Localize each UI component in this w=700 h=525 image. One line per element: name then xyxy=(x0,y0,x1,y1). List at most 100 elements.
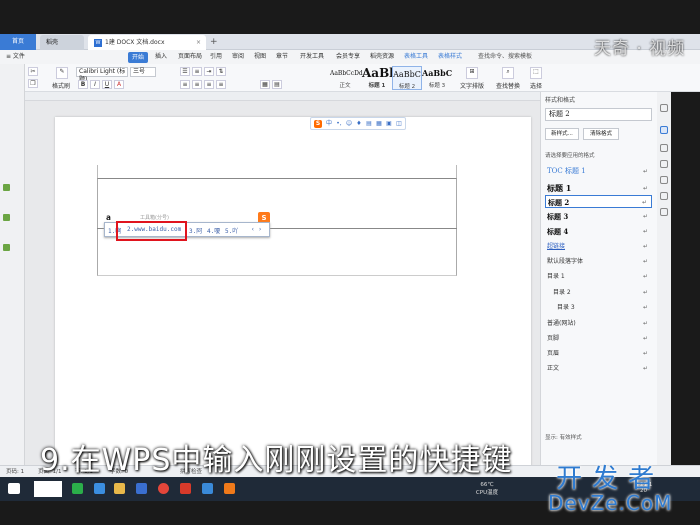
wechat-icon[interactable] xyxy=(72,483,83,494)
style-list-item[interactable]: 标题 3 ↵ xyxy=(545,210,652,223)
find-replace-label: 查找替换 xyxy=(496,83,521,90)
more-icon[interactable]: ◫ xyxy=(395,120,403,128)
sogou-icon[interactable] xyxy=(224,483,235,494)
document-page[interactable] xyxy=(55,117,531,467)
underline-button[interactable]: U xyxy=(102,80,112,89)
chinese-mode-icon[interactable]: 中 xyxy=(325,120,333,128)
new-style-button[interactable]: 新样式... xyxy=(545,128,579,140)
menu-table-tools[interactable]: 表格工具 xyxy=(404,50,428,64)
menu-insert[interactable]: 插入 xyxy=(155,50,167,64)
clear-format-button[interactable]: 清除格式 xyxy=(583,128,619,140)
style-list-item[interactable]: 标题 2 ↵ xyxy=(545,195,652,208)
skin-icon[interactable]: ▦ xyxy=(375,120,383,128)
style-list-item[interactable]: 目录 2 ↵ xyxy=(545,286,652,299)
find-replace-icon[interactable]: ⌕ xyxy=(502,67,514,79)
tab-docer[interactable]: 稻壳 xyxy=(40,35,84,50)
taskbar-search[interactable] xyxy=(34,481,62,497)
pointer-icon[interactable] xyxy=(660,144,668,152)
style-list-item[interactable]: 目录 3 ↵ xyxy=(545,301,652,314)
voice-icon[interactable]: ♦ xyxy=(355,120,363,128)
justify-icon[interactable]: ≡ xyxy=(216,80,226,89)
style-list-item[interactable]: 默认段落字体 ↵ xyxy=(545,255,652,268)
wps-icon[interactable] xyxy=(180,483,191,494)
border-icon[interactable]: ▦ xyxy=(260,80,270,89)
align-right-icon[interactable]: ≡ xyxy=(204,80,214,89)
app-icon[interactable] xyxy=(136,483,147,494)
style-heading2[interactable]: AaBbC 标题 2 xyxy=(392,66,422,90)
select-icon[interactable]: ⬚ xyxy=(530,67,542,79)
new-tab-button[interactable]: + xyxy=(210,35,218,49)
tab-document[interactable]: W 1建 DOCX 文档.docx × xyxy=(88,35,206,50)
close-icon[interactable]: × xyxy=(196,35,201,50)
italic-button[interactable]: I xyxy=(90,80,100,89)
font-color-button[interactable]: A xyxy=(114,80,124,89)
keyboard-icon[interactable]: ▤ xyxy=(365,120,373,128)
menu-table-style[interactable]: 表格样式 xyxy=(438,50,462,64)
style-normal[interactable]: AaBbCcDd 正文 xyxy=(330,66,363,90)
bold-button[interactable]: B xyxy=(78,80,88,89)
cpu-temp-widget[interactable]: 66℃ CPU温度 xyxy=(470,482,504,496)
shape-icon[interactable] xyxy=(660,176,668,184)
styles-panel-icon[interactable] xyxy=(660,104,668,112)
horizontal-ruler[interactable] xyxy=(25,92,545,101)
menu-layout[interactable]: 页面布局 xyxy=(178,50,202,64)
numbered-list-icon[interactable]: ≡ xyxy=(192,67,202,76)
font-size-select[interactable]: 三号 xyxy=(130,67,156,77)
style-list-item[interactable]: 目录 1 ↵ xyxy=(545,270,652,283)
candidate-item[interactable]: 3.阿 xyxy=(189,226,202,235)
candidate-page-arrows[interactable]: ‹ › xyxy=(251,226,262,233)
menu-references[interactable]: 引用 xyxy=(210,50,222,64)
start-icon[interactable] xyxy=(8,483,20,494)
style-list-item[interactable]: 页眉 ↵ xyxy=(545,347,652,360)
style-list-item[interactable]: 普通(网站) ↵ xyxy=(545,317,652,330)
emoji-icon[interactable]: ☺ xyxy=(345,120,353,128)
paragraph-mark-icon: ↵ xyxy=(642,228,648,235)
font-name-select[interactable]: Calibri Light (标题) xyxy=(76,67,128,83)
sort-icon[interactable]: ⇅ xyxy=(216,67,226,76)
style-list-item[interactable]: 标题 1 ↵ xyxy=(545,182,652,195)
adjust-icon[interactable] xyxy=(660,160,668,168)
pen-icon[interactable] xyxy=(660,126,668,134)
punctuation-icon[interactable]: •, xyxy=(335,120,343,128)
menu-docer[interactable]: 稻壳资源 xyxy=(370,50,394,64)
menu-chapter[interactable]: 章节 xyxy=(276,50,288,64)
chrome-icon[interactable] xyxy=(158,483,169,494)
style-heading3[interactable]: AaBbC 标题 3 xyxy=(422,66,452,90)
app-icon[interactable] xyxy=(94,483,105,494)
menu-start[interactable]: 开始 xyxy=(128,52,148,63)
share-icon[interactable] xyxy=(660,208,668,216)
text-layout-icon[interactable]: ⊞ xyxy=(466,67,478,79)
current-style-select[interactable]: 标题 2 xyxy=(545,108,652,121)
style-list-item[interactable]: 超链接 ↵ xyxy=(545,240,652,253)
menu-developer[interactable]: 开发工具 xyxy=(300,50,324,64)
show-styles-label[interactable]: 显示: 有效样式 xyxy=(545,433,582,441)
candidate-item[interactable]: 5.吖 xyxy=(225,226,238,235)
cut-icon[interactable]: ✂ xyxy=(28,67,38,76)
style-list-item[interactable]: TOC 标题 1 ↵ xyxy=(545,165,652,178)
style-heading1[interactable]: AaBb 标题 1 xyxy=(362,66,398,90)
copy-icon[interactable]: ❐ xyxy=(28,79,38,88)
text-layout-label: 文字排版 xyxy=(460,83,485,90)
status-page: 页码: 1 xyxy=(6,469,25,475)
style-list-item[interactable]: 页脚 ↵ xyxy=(545,332,652,345)
candidate-item[interactable]: 4.嗄 xyxy=(207,226,220,235)
sogou-ime-icon[interactable]: S xyxy=(314,120,322,128)
shading-icon[interactable]: ▤ xyxy=(272,80,282,89)
app-icon[interactable] xyxy=(202,483,213,494)
bullet-list-icon[interactable]: ☰ xyxy=(180,67,190,76)
menu-member[interactable]: 会员专享 xyxy=(336,50,360,64)
format-brush-icon[interactable]: ✎ xyxy=(56,67,68,79)
toolbox-icon[interactable]: ▣ xyxy=(385,120,393,128)
tab-home[interactable]: 首页 xyxy=(0,34,36,50)
file-menu[interactable]: ≡ 文件 xyxy=(6,50,25,64)
help-icon[interactable] xyxy=(660,192,668,200)
command-search[interactable]: 查找命令、搜索模板 xyxy=(478,50,532,64)
menu-view[interactable]: 视图 xyxy=(254,50,266,64)
style-list-item[interactable]: 正文 ↵ xyxy=(545,362,652,375)
folder-icon[interactable] xyxy=(114,483,125,494)
indent-icon[interactable]: ⇥ xyxy=(204,67,214,76)
menu-review[interactable]: 审阅 xyxy=(232,50,244,64)
align-center-icon[interactable]: ≡ xyxy=(192,80,202,89)
align-left-icon[interactable]: ≡ xyxy=(180,80,190,89)
style-list-item[interactable]: 标题 4 ↵ xyxy=(545,225,652,238)
